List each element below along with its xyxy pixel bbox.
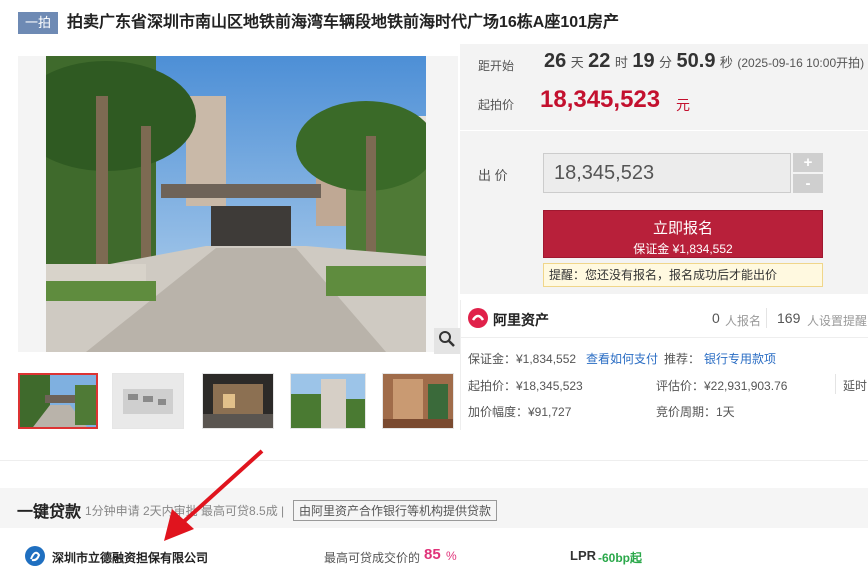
auction-round-tag: 一拍 xyxy=(18,12,58,34)
start-price-value: 18,345,523 xyxy=(540,86,661,113)
countdown-seconds: 50.9 xyxy=(676,50,716,72)
countdown-seconds-unit: 秒 xyxy=(719,55,733,70)
page-title: 拍卖广东省深圳市南山区地铁前海湾车辆段地铁前海时代广场16栋A座101房产 xyxy=(67,14,620,31)
thumbnail-4[interactable] xyxy=(290,373,366,429)
start-price-unit: 元 xyxy=(676,97,690,113)
loan-title: 一键贷款 xyxy=(17,504,82,521)
start-price-info: 起拍价：¥18,345,523 xyxy=(468,379,583,393)
how-to-pay-link[interactable]: 查看如何支付 xyxy=(586,350,658,367)
signup-button-label: 立即报名 xyxy=(652,220,713,237)
thumbnail-3[interactable] xyxy=(202,373,274,429)
bidding-cycle-info: 竞价周期：1天 xyxy=(656,405,735,419)
loan-max-ratio-unit: % xyxy=(446,549,457,563)
appraisal-info: 评估价：¥22,931,903.76 xyxy=(656,379,788,393)
recommend-label: 推荐： xyxy=(664,352,701,366)
zoom-button[interactable] xyxy=(434,328,460,354)
signup-count-unit: 人报名 xyxy=(725,314,762,328)
countdown-hours-unit: 时 xyxy=(614,55,628,70)
alibaba-asset-logo xyxy=(468,308,488,328)
increment-info: 加价幅度：¥91,727 xyxy=(468,405,572,419)
countdown-days: 26 xyxy=(544,50,567,72)
main-image-frame xyxy=(18,56,460,354)
countdown-days-unit: 天 xyxy=(570,55,584,70)
thumbnail-1[interactable] xyxy=(18,373,98,429)
reminder-count: 169 xyxy=(777,310,801,326)
countdown-label: 距开始 xyxy=(478,59,515,73)
divider xyxy=(460,337,868,338)
loan-subtitle: 1分钟申请 2天内审批 最高可贷8.5成 | xyxy=(85,504,285,518)
bank-payment-link[interactable]: 银行专用款项 xyxy=(704,350,776,367)
divider xyxy=(766,308,767,328)
bid-amount-input[interactable]: 18,345,523 xyxy=(543,153,791,193)
loan-max-ratio-value: 85 xyxy=(424,546,441,563)
signup-count: 0 xyxy=(712,310,720,326)
main-property-photo[interactable] xyxy=(46,56,426,352)
increase-bid-button[interactable]: + xyxy=(793,153,823,172)
divider xyxy=(0,460,868,461)
deposit-info: 保证金：¥1,834,552 xyxy=(468,352,577,366)
countdown-minutes: 19 xyxy=(632,50,655,72)
loan-partner-note: 由阿里资产合作银行等机构提供贷款 xyxy=(293,500,498,521)
page-header: 一拍 拍卖广东省深圳市南山区地铁前海湾车辆段地铁前海时代广场16栋A座101房产 xyxy=(0,0,868,44)
loan-max-ratio-label: 最高可贷成交价的 xyxy=(324,551,421,565)
price-panel: 距开始 26 天 22 时 19 分 50.9 秒 (2025-09-16 10… xyxy=(460,44,868,130)
magnifier-icon xyxy=(438,330,456,353)
signup-deposit-label: 保证金 ¥1,834,552 xyxy=(633,242,733,256)
lide-logo-icon xyxy=(24,545,46,567)
start-price-label: 起拍价 xyxy=(478,98,515,112)
decrease-bid-button[interactable]: - xyxy=(793,174,823,193)
platform-name: 阿里资产 xyxy=(493,312,549,328)
lpr-label: LPR xyxy=(570,548,596,563)
signup-notice: 提醒：您还没有报名，报名成功后才能出价 xyxy=(543,263,823,287)
countdown-timer: 26 天 22 时 19 分 50.9 秒 (2025-09-16 10:00开… xyxy=(544,50,864,73)
auction-start-time: (2025-09-16 10:00开拍) xyxy=(737,56,865,70)
divider xyxy=(835,374,836,394)
signup-button[interactable]: 立即报名 保证金 ¥1,834,552 xyxy=(543,210,823,258)
lpr-value: -60bp起 xyxy=(598,551,643,565)
countdown-hours: 22 xyxy=(588,50,611,72)
delay-info: 延时 xyxy=(843,379,868,393)
reminder-count-unit: 人设置提醒 xyxy=(807,314,868,328)
bid-label: 出 价 xyxy=(478,168,508,183)
countdown-minutes-unit: 分 xyxy=(659,55,673,70)
loan-offer-row[interactable]: 深圳市立德融资担保有限公司 最高可贷成交价的 85 % LPR -60bp起 xyxy=(0,528,868,582)
loan-company-name: 深圳市立德融资担保有限公司 xyxy=(52,551,209,565)
thumbnail-2[interactable] xyxy=(112,373,184,429)
divider xyxy=(460,300,461,430)
thumbnail-5[interactable] xyxy=(382,373,454,429)
loan-section-header: 一键贷款 1分钟申请 2天内审批 最高可贷8.5成 | 由阿里资产合作银行等机构… xyxy=(0,488,868,528)
